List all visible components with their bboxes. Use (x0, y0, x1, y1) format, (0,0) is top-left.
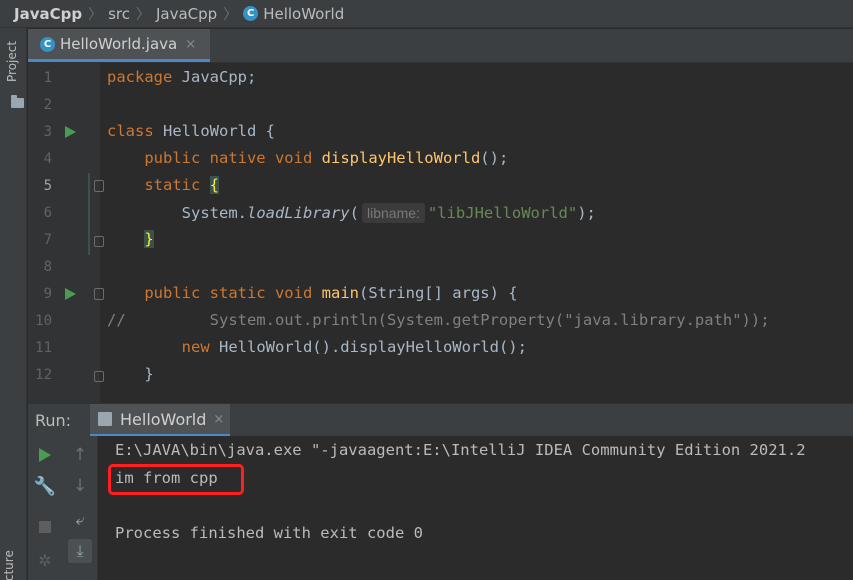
code-text: package JavaCpp; (107, 68, 257, 86)
line-number: 11 (35, 340, 52, 356)
code-editor[interactable]: 1 package JavaCpp; 2 3 class HelloWorld … (28, 63, 853, 403)
code-line: 11 new HelloWorld().displayHelloWorld(); (28, 335, 853, 362)
stop-icon (39, 521, 51, 533)
fold-end-icon[interactable] (94, 236, 104, 247)
line-number: 12 (35, 367, 52, 383)
run-toolbar-secondary: ↑ ↓ ⤶ ⤓ (62, 436, 98, 580)
breadcrumb-project[interactable]: JavaCpp (14, 5, 82, 23)
code-text: } (144, 230, 154, 248)
code-line: 7 } (28, 227, 853, 254)
line-number: 1 (43, 70, 52, 86)
code-comment: // System.out.println(System.getProperty… (107, 311, 770, 329)
code-text: new HelloWorld().displayHelloWorld(); (181, 338, 527, 356)
fold-marker-icon[interactable] (94, 180, 104, 192)
close-icon[interactable]: × (185, 37, 196, 52)
stop-button[interactable] (33, 515, 57, 539)
line-number: 8 (43, 259, 52, 275)
run-console[interactable]: E:\JAVA\bin\java.exe "-javaagent:E:\Inte… (98, 436, 853, 580)
soft-wrap-icon: ⤶ (75, 510, 85, 529)
folder-icon (11, 95, 24, 108)
console-line: Process finished with exit code 0 (115, 524, 423, 542)
code-line: 4 public native void displayHelloWorld()… (28, 146, 853, 173)
arrow-up-icon: ↑ (72, 445, 88, 465)
breadcrumb: JavaCpp 〉 src 〉 JavaCpp 〉 C HelloWorld (0, 0, 853, 28)
down-stack-trace-button[interactable]: ↓ (68, 474, 92, 498)
code-text: } (144, 365, 154, 383)
code-text: static { (144, 176, 220, 194)
breadcrumb-separator-icon: 〉 (223, 6, 238, 23)
editor-tab-bar: C HelloWorld.java × (28, 29, 853, 63)
close-icon[interactable]: × (213, 412, 224, 427)
bug-icon: ✲ (38, 550, 52, 570)
fold-marker-icon[interactable] (94, 288, 104, 300)
code-line: 10 // System.out.println(System.getPrope… (28, 308, 853, 335)
project-tool-button[interactable]: Project (3, 36, 25, 136)
code-line: 1 package JavaCpp; (28, 65, 853, 92)
line-number: 2 (43, 97, 52, 113)
annotation-highlight-box (108, 464, 244, 495)
code-line: 6 System.loadLibrary(libname: "libJHelloW… (28, 200, 853, 227)
run-toolbar-primary: 🔧 ✲ (28, 436, 62, 580)
run-gutter-icon[interactable] (65, 288, 76, 300)
fold-end-icon[interactable] (94, 371, 104, 382)
code-line: 9 public static void main(String[] args)… (28, 281, 853, 308)
breadcrumb-separator-icon: 〉 (88, 6, 103, 23)
code-line: 5 static { (28, 173, 853, 200)
breadcrumb-separator-icon: 〉 (136, 6, 150, 23)
debug-button[interactable]: ✲ (33, 548, 57, 572)
line-number: 7 (43, 232, 52, 248)
line-number: 6 (43, 205, 52, 221)
code-line: 8 (28, 254, 853, 281)
run-panel-header: Run: HelloWorld × (28, 403, 853, 437)
breadcrumb-file[interactable]: HelloWorld (263, 5, 344, 23)
line-number: 10 (35, 313, 52, 329)
run-tab-helloworld[interactable]: HelloWorld × (90, 404, 230, 437)
edit-configuration-button[interactable]: 🔧 (33, 474, 57, 498)
run-config-icon (98, 412, 112, 426)
tab-helloworld-java[interactable]: C HelloWorld.java × (28, 29, 210, 62)
line-number: 4 (43, 151, 52, 167)
run-gutter-icon[interactable] (65, 126, 76, 138)
up-stack-trace-button[interactable]: ↑ (68, 443, 92, 467)
run-tab-label: HelloWorld (120, 409, 207, 429)
line-number: 3 (43, 124, 52, 140)
project-tool-label: Project (5, 40, 19, 82)
structure-tool-label[interactable]: Structure (2, 550, 16, 580)
left-tool-strip: Project Structure (0, 28, 27, 580)
code-text: class HelloWorld { (107, 122, 275, 140)
code-text: public static void main(String[] args) { (144, 284, 518, 302)
code-line: 12 } (28, 362, 853, 389)
code-text: System.loadLibrary(libname: "libJHelloWor… (181, 203, 596, 223)
scroll-to-end-icon: ⤓ (76, 541, 84, 560)
rerun-button[interactable] (33, 443, 57, 467)
breadcrumb-package[interactable]: JavaCpp (156, 5, 217, 23)
tab-label: HelloWorld.java (60, 35, 178, 53)
line-number: 5 (43, 178, 52, 194)
code-line: 3 class HelloWorld { (28, 119, 853, 146)
class-icon: C (40, 36, 55, 52)
play-icon (39, 448, 51, 462)
scroll-to-end-button[interactable]: ⤓ (68, 539, 92, 563)
parameter-hint: libname: (361, 203, 425, 223)
arrow-down-icon: ↓ (72, 476, 88, 496)
run-panel-label: Run: (35, 411, 72, 430)
console-line: E:\JAVA\bin\java.exe "-javaagent:E:\Inte… (115, 441, 806, 459)
class-icon: C (243, 6, 259, 21)
line-number: 9 (43, 286, 52, 302)
code-text: public native void displayHelloWorld(); (144, 149, 509, 167)
wrench-icon: 🔧 (33, 475, 57, 497)
code-line: 2 (28, 92, 853, 119)
soft-wrap-button[interactable]: ⤶ (68, 508, 92, 532)
breadcrumb-src[interactable]: src (108, 5, 130, 23)
